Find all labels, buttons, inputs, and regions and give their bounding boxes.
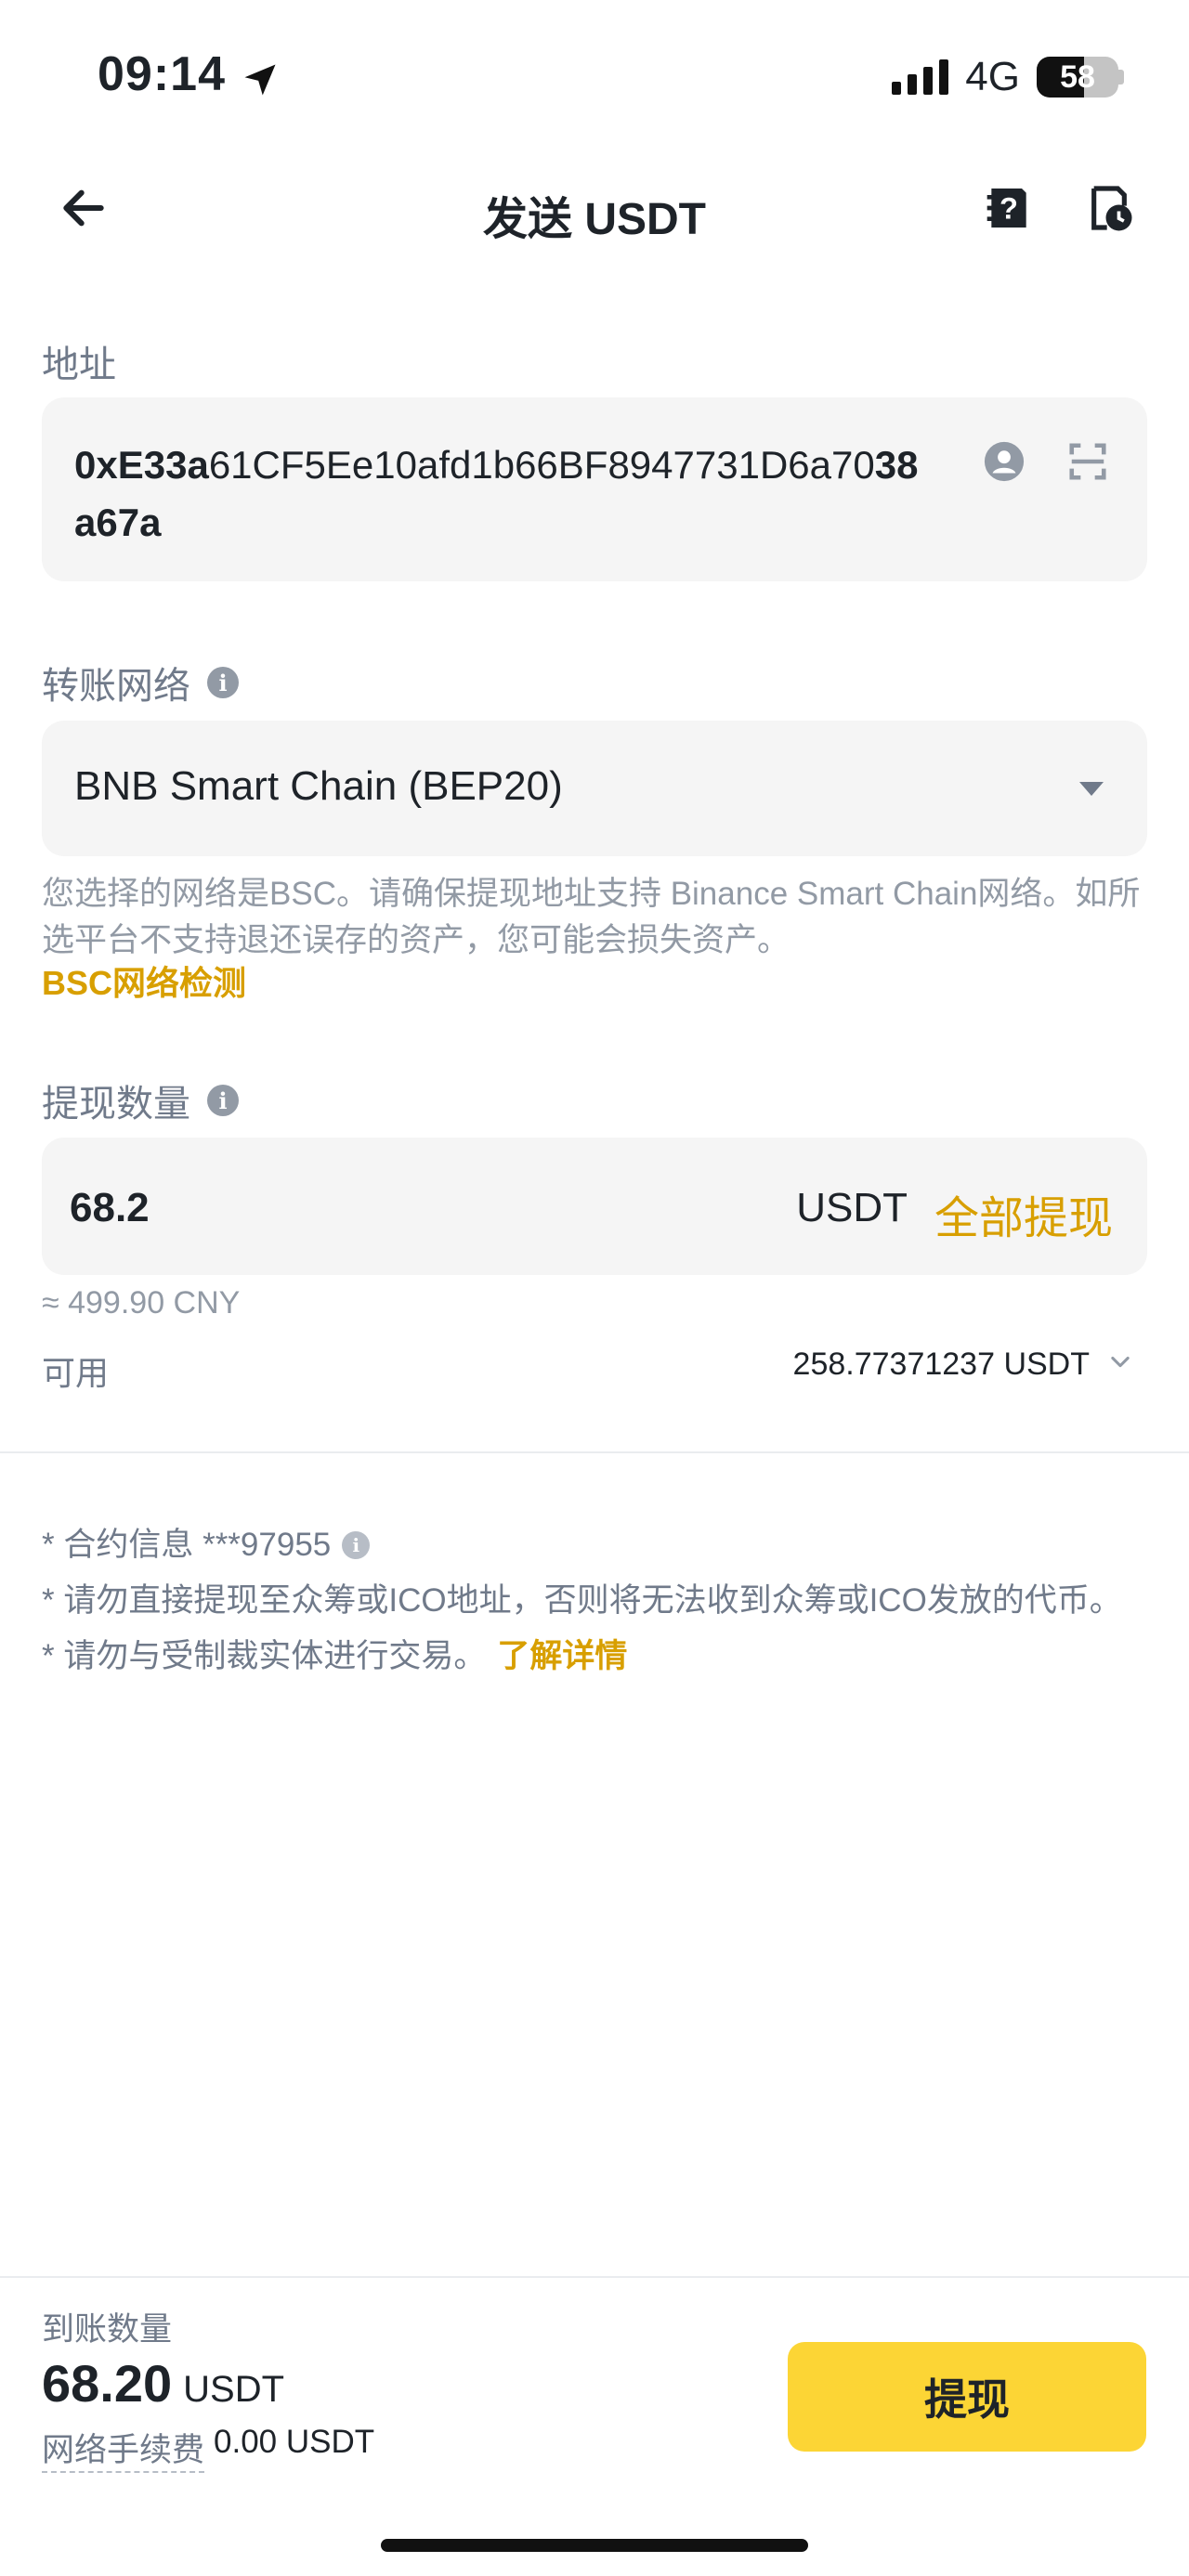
notices: * 合约信息 ***97955 i * 请勿直接提现至众筹或ICO地址，否则将无… (42, 1517, 1166, 1685)
amount-unit: USDT (796, 1185, 908, 1230)
status-indicators: 4G 58 (892, 54, 1124, 100)
scan-icon[interactable] (1066, 440, 1109, 483)
fee-label[interactable]: 网络手续费 (42, 2424, 205, 2473)
address-label: 地址 (42, 345, 116, 385)
amount-label: 提现数量 i (42, 1073, 239, 1127)
divider (0, 1451, 1189, 1453)
svg-text:?: ? (1000, 191, 1018, 226)
location-arrow-icon (244, 64, 276, 96)
receive-amount: 68.20 USDT (42, 2354, 285, 2413)
network-label: 转账网络 i (42, 656, 239, 709)
available-value[interactable]: 258.77371237 USDT (793, 1347, 1090, 1383)
withdraw-all-button[interactable]: 全部提现 (934, 1181, 1113, 1246)
info-icon[interactable]: i (207, 1085, 239, 1116)
address-value[interactable]: 0xE33a61CF5Ee10afd1b66BF8947731D6a7038a6… (74, 436, 938, 552)
contract-info: * 合约信息 ***97955 (42, 1527, 332, 1563)
amount-value[interactable]: 68.2 (70, 1185, 150, 1231)
receive-label: 到账数量 (42, 2311, 173, 2348)
signal-icon (892, 59, 949, 95)
network-fee: 网络手续费 0.00 USDT (42, 2424, 374, 2473)
bsc-check-link[interactable]: BSC网络检测 (42, 956, 246, 1005)
info-icon[interactable]: i (342, 1531, 371, 1559)
ico-warning: * 请勿直接提现至众筹或ICO地址，否则将无法收到众筹或ICO发放的代币。 (42, 1582, 1122, 1619)
available-label: 可用 (42, 1354, 110, 1392)
fee-value: 0.00 USDT (214, 2424, 375, 2460)
battery-icon: 58 (1037, 57, 1118, 98)
status-time: 09:14 (98, 47, 226, 101)
sanction-warning: * 请勿与受制裁实体进行交易。 (42, 1638, 487, 1674)
network-type: 4G (965, 54, 1020, 99)
chevron-down-icon[interactable] (1107, 1348, 1133, 1374)
question-doc-icon[interactable]: ? (983, 182, 1035, 234)
home-indicator[interactable] (381, 2539, 808, 2552)
network-selected: BNB Smart Chain (BEP20) (74, 763, 563, 809)
history-doc-icon[interactable] (1083, 182, 1135, 234)
caret-down-icon[interactable] (1079, 782, 1104, 796)
withdraw-button[interactable]: 提现 (788, 2342, 1146, 2452)
learn-more-link[interactable]: 了解详情 (497, 1629, 627, 1685)
approx-value: ≈ 499.90 CNY (42, 1285, 241, 1321)
network-note: 您选择的网络是BSC。请确保提现地址支持 Binance Smart Chain… (42, 876, 1141, 958)
contact-icon[interactable] (983, 440, 1026, 483)
footer-divider (0, 2276, 1189, 2278)
info-icon[interactable]: i (207, 667, 239, 698)
